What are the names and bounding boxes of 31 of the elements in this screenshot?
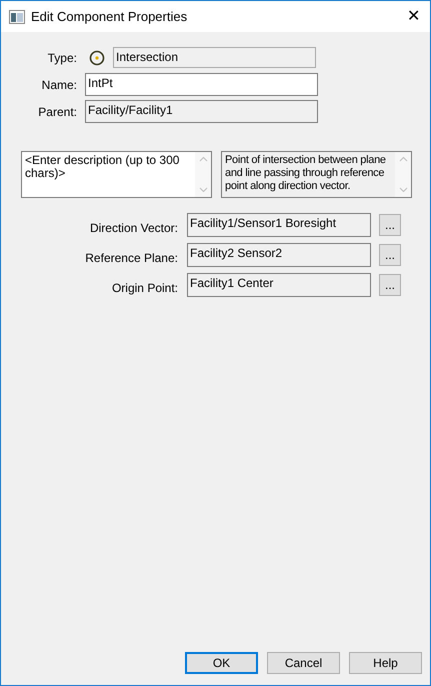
link-field[interactable]: Facility1 Center xyxy=(187,273,371,297)
field-label: Parent: xyxy=(37,104,78,120)
field-label: Reference Plane: xyxy=(84,250,178,267)
link-field[interactable]: Facility1/Sensor1 Boresight xyxy=(187,213,371,237)
dialog-button[interactable]: Help xyxy=(349,652,422,674)
description-placeholder: <Enter description (up to 300 chars)> xyxy=(24,152,180,182)
dialog-button[interactable]: OK xyxy=(185,652,258,674)
field-label: Origin Point: xyxy=(110,280,178,297)
intersection-point-icon xyxy=(89,50,105,66)
browse-button[interactable]: ... xyxy=(379,214,401,236)
scrollbar[interactable] xyxy=(395,152,411,197)
app-icon xyxy=(9,10,25,24)
scrollbar[interactable] xyxy=(195,152,211,197)
link-field[interactable]: Facility2 Sensor2 xyxy=(187,243,371,267)
text-field[interactable]: IntPt xyxy=(85,73,318,96)
close-button[interactable]: ✕ xyxy=(407,8,420,24)
dialog-button[interactable]: Cancel xyxy=(267,652,340,674)
scroll-down-icon[interactable] xyxy=(398,187,408,193)
field-label: Direction Vector: xyxy=(88,220,178,237)
window-title: Edit Component Properties xyxy=(31,8,188,26)
scroll-up-icon[interactable] xyxy=(398,156,408,162)
browse-button[interactable]: ... xyxy=(379,274,401,296)
info-text: Point of intersection between plane and line passing through reference point along direction vector. xyxy=(224,153,387,194)
field-label: Type: xyxy=(46,50,78,66)
field-label: Name: xyxy=(40,76,78,94)
type-field[interactable]: Intersection xyxy=(113,47,316,68)
description-field[interactable]: <Enter description (up to 300 chars)> xyxy=(21,151,212,198)
scroll-up-icon[interactable] xyxy=(198,156,208,162)
scroll-down-icon[interactable] xyxy=(198,187,208,193)
browse-button[interactable]: ... xyxy=(379,244,401,266)
text-field[interactable]: Facility/Facility1 xyxy=(85,100,318,123)
